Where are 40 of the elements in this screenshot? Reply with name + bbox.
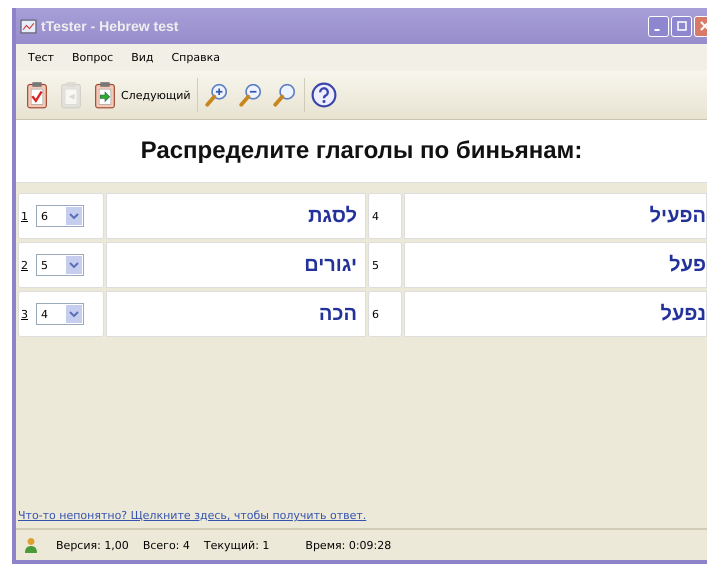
zoom-out-icon xyxy=(238,81,264,109)
minimize-button[interactable] xyxy=(648,16,669,36)
elapsed-time-text: Время: 0:09:28 xyxy=(305,538,392,552)
menu-item[interactable]: Справка xyxy=(172,51,220,64)
binyan-option: פעל xyxy=(404,242,707,288)
binyan-option: נפעל xyxy=(404,291,707,337)
minimize-icon xyxy=(654,28,660,30)
hebrew-verb: לסגת xyxy=(106,193,366,239)
question-text: Распределите глаголы по биньянам: xyxy=(140,137,582,165)
menu-item[interactable]: Вид xyxy=(131,51,154,64)
option-number: 6 xyxy=(368,291,402,337)
close-icon xyxy=(700,21,707,31)
user-icon xyxy=(24,537,38,553)
answer-dropdown[interactable]: 6 xyxy=(36,205,84,227)
maximize-icon xyxy=(676,21,686,31)
next-button[interactable]: Следующий xyxy=(90,79,193,111)
binyan-option: הפעיל xyxy=(404,193,707,239)
hebrew-verb: הכה xyxy=(106,291,366,337)
menu-item[interactable]: Тест xyxy=(28,51,54,64)
maximize-button[interactable] xyxy=(671,16,692,36)
item-number-link[interactable]: 2 xyxy=(21,258,28,272)
zoom-in-icon xyxy=(204,81,230,109)
menu-item[interactable]: Вопрос xyxy=(72,51,114,64)
magnifier-icon xyxy=(272,81,298,109)
current-item-text: Текущий: 1 xyxy=(204,538,270,552)
answer-dropdown[interactable]: 4 xyxy=(36,303,84,325)
hebrew-verb: יגורים xyxy=(106,242,366,288)
option-number: 5 xyxy=(368,242,402,288)
version-text: Версия: 1,00 xyxy=(56,538,129,552)
total-count-text: Всего: 4 xyxy=(142,538,190,552)
item-number-link[interactable]: 1 xyxy=(21,210,28,222)
clipboard-check-icon xyxy=(24,81,50,109)
window-title: tTester - Hebrew test xyxy=(41,18,180,34)
option-number: 4 xyxy=(368,193,402,239)
help-link[interactable]: Что-то непонятно? Щелкните здесь, чтобы получить ответ. xyxy=(16,509,707,528)
item-number-link[interactable]: 3 xyxy=(21,308,28,320)
app-icon xyxy=(20,18,37,34)
clipboard-back-icon xyxy=(58,81,84,109)
help-icon xyxy=(310,81,337,109)
answer-dropdown[interactable]: 5 xyxy=(36,254,84,276)
